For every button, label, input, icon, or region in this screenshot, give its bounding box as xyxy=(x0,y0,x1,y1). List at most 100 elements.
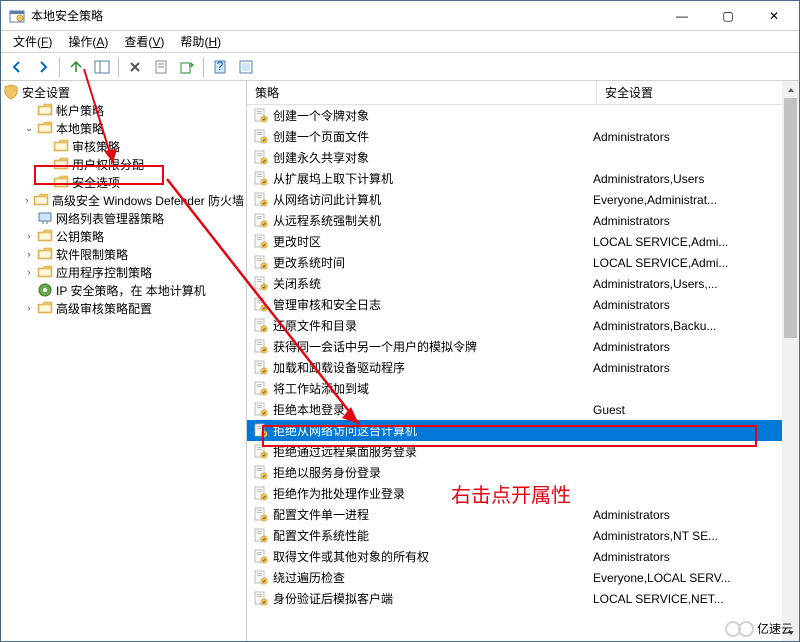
tree-item-label: 应用程序控制策略 xyxy=(56,264,152,281)
list-row[interactable]: 从网络访问此计算机Everyone,Administrat... xyxy=(247,189,799,210)
list-row[interactable]: 从扩展坞上取下计算机Administrators,Users xyxy=(247,168,799,189)
toolbar-separator xyxy=(203,57,204,77)
twisty-empty xyxy=(37,174,53,190)
toolbar-separator xyxy=(118,57,119,77)
tree-item[interactable]: › 高级审核策略配置 xyxy=(1,299,246,317)
twisty-empty xyxy=(21,282,37,298)
list-body[interactable]: 创建一个令牌对象创建一个页面文件Administrators创建永久共享对象从扩… xyxy=(247,105,799,641)
refresh-button[interactable] xyxy=(234,55,258,79)
policy-name: 拒绝以服务身份登录 xyxy=(273,464,381,481)
list-row[interactable]: 拒绝作为批处理作业登录 xyxy=(247,483,799,504)
svg-text:?: ? xyxy=(217,59,224,73)
tree-item[interactable]: ›高级安全 Windows Defender 防火墙 xyxy=(1,191,246,209)
list-row[interactable]: 创建一个页面文件Administrators xyxy=(247,126,799,147)
list-row[interactable]: 还原文件和目录Administrators,Backu... xyxy=(247,315,799,336)
list-row[interactable]: 加载和卸载设备驱动程序Administrators xyxy=(247,357,799,378)
list-row[interactable]: 绕过遍历检查Everyone,LOCAL SERV... xyxy=(247,567,799,588)
policy-icon xyxy=(253,108,269,124)
policy-value: Everyone,LOCAL SERV... xyxy=(593,571,799,585)
watermark: 亿速云 xyxy=(725,620,793,637)
tree-item[interactable]: 安全选项 xyxy=(1,173,246,191)
expand-icon[interactable]: › xyxy=(21,246,37,262)
policy-value: Guest xyxy=(593,403,799,417)
vertical-scrollbar[interactable] xyxy=(782,81,799,641)
list-row[interactable]: 拒绝从网络访问这台计算机 xyxy=(247,420,799,441)
up-button[interactable] xyxy=(64,55,88,79)
tree-item[interactable]: IP 安全策略，在 本地计算机 xyxy=(1,281,246,299)
tree-item[interactable]: › 应用程序控制策略 xyxy=(1,263,246,281)
close-button[interactable]: ✕ xyxy=(751,1,797,30)
tree-item-label: 高级审核策略配置 xyxy=(56,300,152,317)
tree-item[interactable]: 帐户策略 xyxy=(1,101,246,119)
console-tree-button[interactable] xyxy=(90,55,114,79)
policy-name: 从远程系统强制关机 xyxy=(273,212,381,229)
list-row[interactable]: 创建永久共享对象 xyxy=(247,147,799,168)
policy-name: 更改系统时间 xyxy=(273,254,345,271)
forward-button[interactable] xyxy=(31,55,55,79)
tree-item[interactable]: 审核策略 xyxy=(1,137,246,155)
delete-button[interactable] xyxy=(123,55,147,79)
list-row[interactable]: 拒绝本地登录Guest xyxy=(247,399,799,420)
help-button[interactable]: ? xyxy=(208,55,232,79)
back-button[interactable] xyxy=(5,55,29,79)
tree-item[interactable]: ›公钥策略 xyxy=(1,227,246,245)
expand-icon[interactable]: › xyxy=(21,228,37,244)
policy-value: LOCAL SERVICE,NET... xyxy=(593,592,799,606)
expand-icon[interactable]: › xyxy=(21,264,37,280)
tree-root[interactable]: 安全设置 xyxy=(1,83,246,101)
list-row[interactable]: 更改时区LOCAL SERVICE,Admi... xyxy=(247,231,799,252)
policy-icon xyxy=(253,297,269,313)
list-row[interactable]: 关闭系统Administrators,Users,... xyxy=(247,273,799,294)
maximize-button[interactable]: ▢ xyxy=(705,1,751,30)
folder-icon xyxy=(33,192,49,208)
list-row[interactable]: 取得文件或其他对象的所有权Administrators xyxy=(247,546,799,567)
policy-name: 关闭系统 xyxy=(273,275,321,292)
tree-item-label: 软件限制策略 xyxy=(56,246,128,263)
scroll-up-button[interactable] xyxy=(782,81,799,98)
policy-name: 配置文件单一进程 xyxy=(273,506,369,523)
list-row[interactable]: 配置文件单一进程Administrators xyxy=(247,504,799,525)
expand-icon[interactable]: › xyxy=(21,192,33,208)
tree-item[interactable]: 网络列表管理器策略 xyxy=(1,209,246,227)
column-header-setting[interactable]: 安全设置 xyxy=(597,81,799,104)
column-header-policy[interactable]: 策略 xyxy=(247,81,597,104)
policy-value: Administrators xyxy=(593,298,799,312)
export-button[interactable] xyxy=(175,55,199,79)
list-row[interactable]: 创建一个令牌对象 xyxy=(247,105,799,126)
tree-item[interactable]: 用户权限分配 xyxy=(1,155,246,173)
properties-button[interactable] xyxy=(149,55,173,79)
list-row[interactable]: 将工作站添加到域 xyxy=(247,378,799,399)
scroll-thumb[interactable] xyxy=(784,98,797,338)
collapse-icon[interactable]: ⌄ xyxy=(21,120,37,136)
menu-action[interactable]: 操作(A) xyxy=(60,31,116,52)
list-row[interactable]: 获得同一会话中另一个用户的模拟令牌Administrators xyxy=(247,336,799,357)
policy-icon xyxy=(253,591,269,607)
scroll-track[interactable] xyxy=(782,98,799,624)
policy-name: 管理审核和安全日志 xyxy=(273,296,381,313)
list-row[interactable]: 配置文件系统性能Administrators,NT SE... xyxy=(247,525,799,546)
minimize-button[interactable]: — xyxy=(659,1,705,30)
policy-icon xyxy=(253,318,269,334)
list-row[interactable]: 身份验证后模拟客户端LOCAL SERVICE,NET... xyxy=(247,588,799,609)
list-row[interactable]: 拒绝通过远程桌面服务登录 xyxy=(247,441,799,462)
list-pane: 策略 安全设置 创建一个令牌对象创建一个页面文件Administrators创建… xyxy=(247,81,799,641)
menu-help[interactable]: 帮助(H) xyxy=(172,31,229,52)
list-row[interactable]: 拒绝以服务身份登录 xyxy=(247,462,799,483)
list-row[interactable]: 更改系统时间LOCAL SERVICE,Admi... xyxy=(247,252,799,273)
toolbar-separator xyxy=(59,57,60,77)
ip-policy-icon xyxy=(37,282,53,298)
tree-item[interactable]: › 软件限制策略 xyxy=(1,245,246,263)
tree-pane[interactable]: 安全设置 帐户策略⌄本地策略审核策略用户权限分配安全选项›高级安全 Window… xyxy=(1,81,247,641)
tree-item-label: IP 安全策略，在 本地计算机 xyxy=(56,282,206,299)
list-row[interactable]: 从远程系统强制关机Administrators xyxy=(247,210,799,231)
policy-name: 从网络访问此计算机 xyxy=(273,191,381,208)
policy-icon xyxy=(253,570,269,586)
list-row[interactable]: 管理审核和安全日志 Administrators xyxy=(247,294,799,315)
policy-icon xyxy=(253,444,269,460)
expand-icon[interactable]: › xyxy=(21,300,37,316)
menu-view[interactable]: 查看(V) xyxy=(116,31,172,52)
policy-icon xyxy=(253,276,269,292)
tree-item[interactable]: ⌄本地策略 xyxy=(1,119,246,137)
menu-file[interactable]: 文件(F) xyxy=(5,31,60,52)
app-icon xyxy=(9,8,25,24)
